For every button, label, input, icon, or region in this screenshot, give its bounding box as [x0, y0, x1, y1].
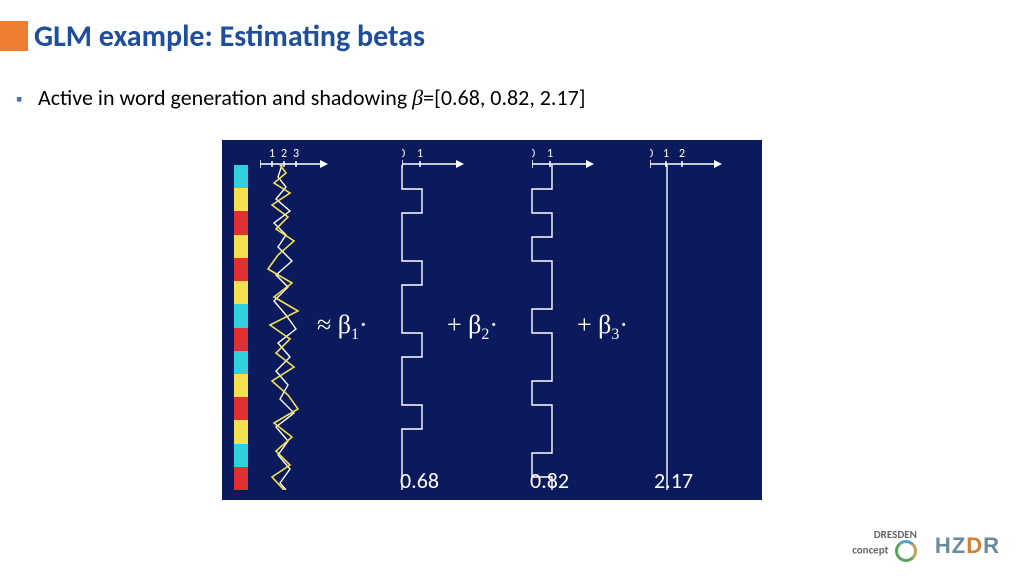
svg-text:0: 0 [402, 147, 405, 161]
beta1-label: ≈ β1· [317, 310, 368, 344]
beta1-value: 0.68 [400, 467, 439, 494]
hzdr-logo: HZDR [935, 533, 1000, 559]
svg-text:1: 1 [663, 147, 669, 161]
trace-reg3 [662, 165, 672, 490]
svg-text:2: 2 [679, 147, 685, 161]
dresden-concept-logo: DRESDENconcept [852, 529, 917, 562]
bullet-text: Active in word generation and shadowing … [38, 84, 586, 111]
svg-text:1: 1 [547, 147, 553, 161]
trace-observed-data [252, 165, 312, 490]
bullet-marker: ▪ [16, 88, 22, 110]
svg-text:1: 1 [417, 147, 423, 161]
svg-text:2: 2 [281, 147, 287, 161]
beta3-label: + β3· [577, 310, 628, 344]
beta2-label: + β2· [447, 310, 498, 344]
footer-logos: DRESDENconcept HZDR [852, 529, 1000, 562]
beta3-value: 2.17 [654, 467, 693, 494]
accent-bar [0, 21, 28, 51]
svg-text:1: 1 [269, 147, 275, 161]
svg-text:0: 0 [532, 147, 535, 161]
condition-colorbar [234, 165, 248, 490]
trace-reg2 [527, 165, 567, 490]
beta2-value: 0.82 [530, 467, 569, 494]
svg-text:3: 3 [293, 147, 299, 161]
trace-reg1 [397, 165, 437, 490]
glm-figure: 1 2 3 0 1 0 1 0 1 2 [222, 140, 762, 500]
svg-text:0: 0 [650, 147, 653, 161]
page-title: GLM example: Estimating betas [34, 18, 425, 55]
